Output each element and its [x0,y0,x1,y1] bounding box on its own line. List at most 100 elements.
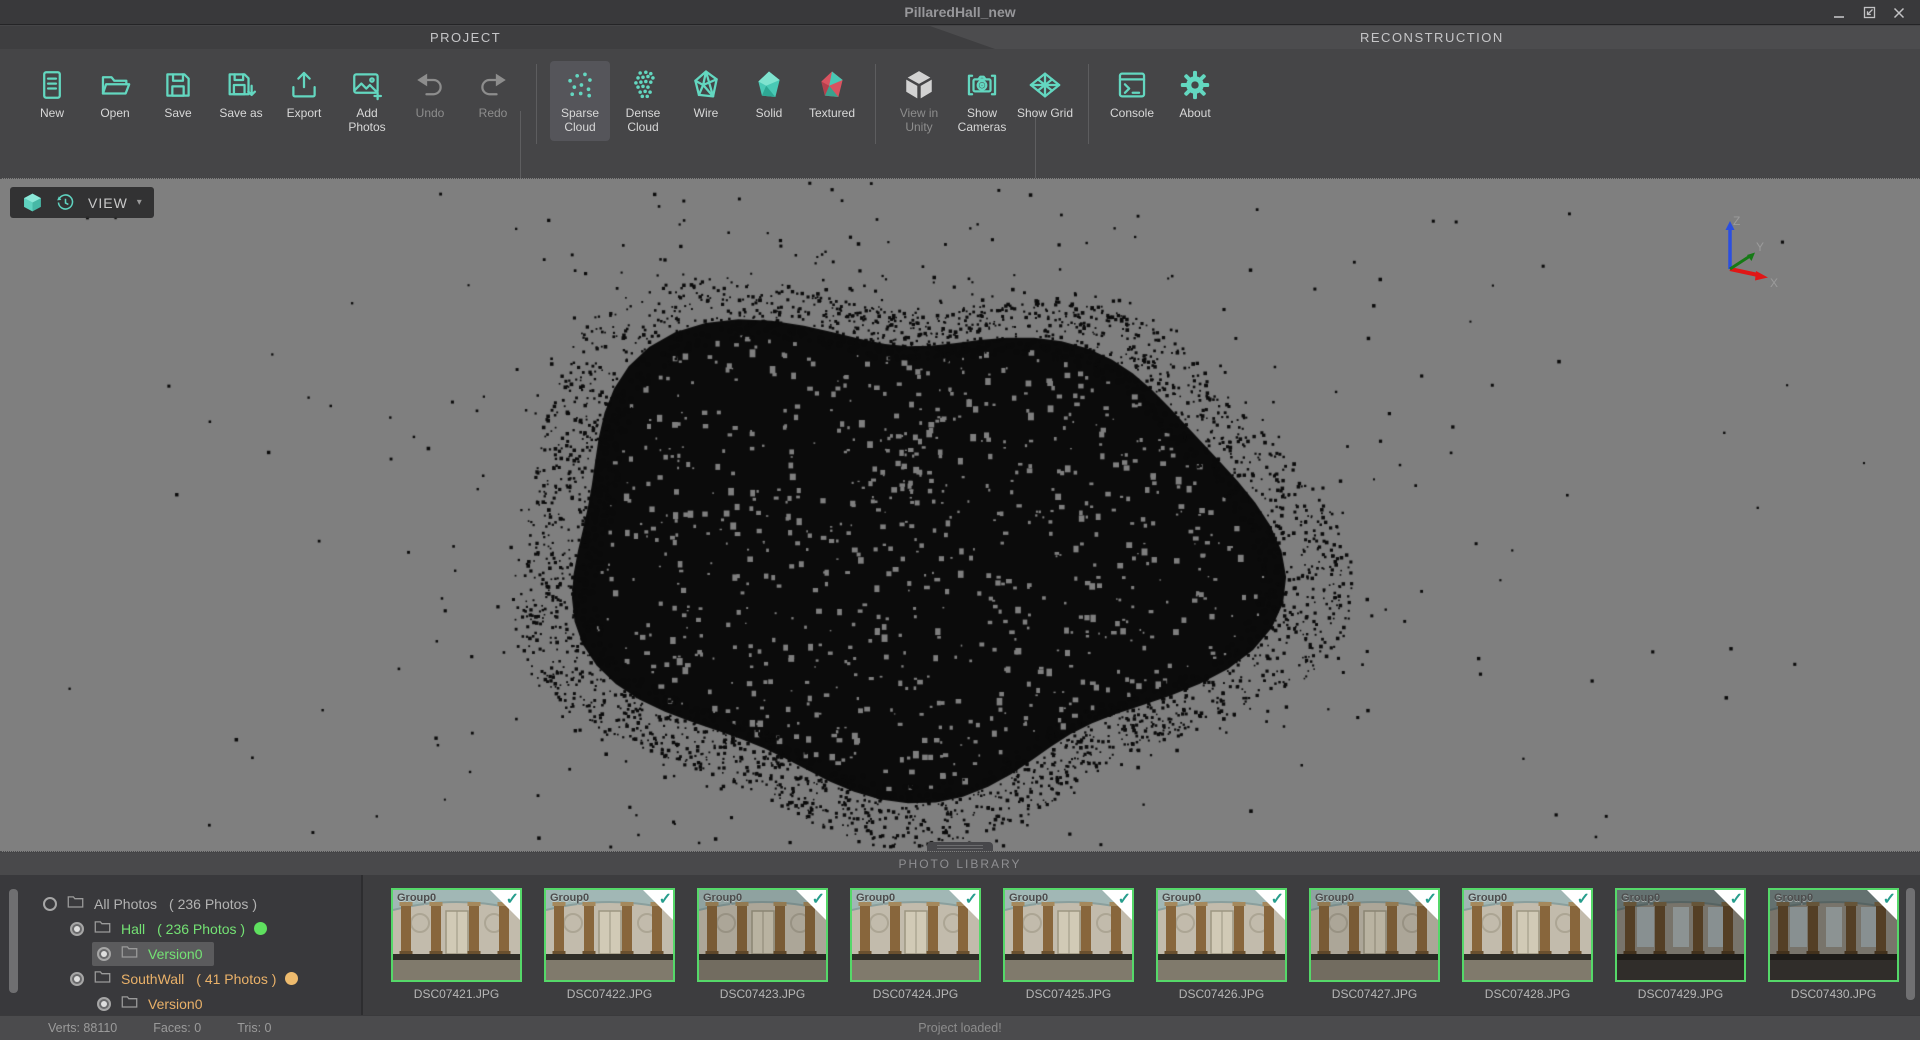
toolbar-button-label: Show Cameras [953,107,1011,135]
thumbnail-image[interactable]: Group0✓ [1156,888,1287,982]
toolbar-button-show-grid[interactable]: Show Grid [1015,61,1075,127]
view-menu-button[interactable]: VIEW ▾ [10,187,154,218]
toolbar-button-save-as[interactable]: Save as [211,61,271,127]
tree-rows: All Photos( 236 Photos )Hall( 236 Photos… [0,891,361,1015]
photo-filename: DSC07429.JPG [1638,987,1723,1001]
tree-item-southwall[interactable]: SouthWall ( 41 Photos ) [0,966,361,991]
close-button[interactable] [1884,0,1914,25]
show-grid-icon [1028,68,1062,102]
thumbnail-image[interactable]: Group0✓ [391,888,522,982]
toolbar-button-label: Open [100,107,129,121]
thumbnail-image[interactable]: Group0✓ [1309,888,1440,982]
toolbar-button-add-photos[interactable]: Add Photos [337,61,397,141]
folder-icon [94,919,111,939]
toolbar-separator [536,64,537,144]
save-floppy-icon [161,68,195,102]
tree-item-hall[interactable]: Hall( 236 Photos ) [0,916,361,941]
folder-icon [94,969,111,989]
toolbar-button-sparse-cloud[interactable]: Sparse Cloud [550,61,610,141]
photo-thumbnail-strip: Group0✓DSC07421.JPGGroup0✓DSC07422.JPGGr… [363,875,1920,1015]
window-controls [1824,0,1914,25]
toolbar-button-label: Redo [479,107,508,121]
toolbar-button-label: Add Photos [338,107,396,135]
photo-thumbnail-dsc07429.jpg[interactable]: Group0✓ DSC07429.JPG [1604,888,1757,1015]
toolbar-button-label: Solid [756,107,783,121]
toolbar-button-dense-cloud[interactable]: Dense Cloud [613,61,673,141]
photo-thumbnail-dsc07426.jpg[interactable]: Group0✓DSC07426.JPG [1145,888,1298,1015]
tree-item-version0[interactable]: Version0 [0,991,361,1015]
thumbnail-image[interactable]: Group0✓ [697,888,828,982]
tree-item-count: ( 41 Photos ) [196,971,276,987]
radio-button[interactable] [97,997,111,1011]
photo-thumbnail-dsc07425.jpg[interactable]: Group0✓ DSC07425.JPG [992,888,1145,1015]
thumbnail-image[interactable]: Group0✓ [1615,888,1746,982]
folder-icon [121,944,138,964]
photo-filename: DSC07430.JPG [1791,987,1876,1001]
photo-thumbnail-dsc07430.jpg[interactable]: Group0 ✓ DSC07430.JPG [1757,888,1910,1015]
toolbar-button-show-cameras[interactable]: Show Cameras [952,61,1012,141]
thumbnail-image[interactable]: Group0✓ [1462,888,1593,982]
console-window-icon [1115,68,1149,102]
toolbar-button-wire[interactable]: Wire [676,61,736,127]
toolbar-button-textured[interactable]: Textured [802,61,862,127]
minimize-button[interactable] [1824,0,1854,25]
unity-logo-icon [902,68,936,102]
checkmark-icon: ✓ [1730,889,1743,909]
photo-filename: DSC07427.JPG [1332,987,1417,1001]
radio-button[interactable] [70,972,84,986]
tree-item-all-photos[interactable]: All Photos( 236 Photos ) [0,891,361,916]
photo-thumbnail-dsc07422.jpg[interactable]: Group0✓DSC07422.JPG [533,888,686,1015]
export-tray-icon [287,68,321,102]
checkmark-icon: ✓ [965,889,978,909]
close-icon [1892,6,1906,20]
toolbar-button-console[interactable]: Console [1102,61,1162,127]
axis-z-label: Z [1733,214,1740,228]
photo-group-label: Group0 [1774,892,1813,904]
viewport-3d[interactable]: VIEW ▾ Z Y X [0,178,1920,852]
tree-item-version0[interactable]: Version0 [0,941,361,966]
photo-group-label: Group0 [550,892,589,904]
photo-thumbnail-dsc07423.jpg[interactable]: Group0✓DSC07423.JPG [686,888,839,1015]
status-bar: Verts: 88110 Faces: 0 Tris: 0 Project lo… [0,1015,1920,1040]
thumbnail-image[interactable]: Group0✓ [850,888,981,982]
radio-button[interactable] [70,922,84,936]
toolbar-button-open[interactable]: Open [85,61,145,127]
radio-button[interactable] [43,897,57,911]
thumbnail-image[interactable]: Group0✓ [1003,888,1134,982]
photo-filename: DSC07425.JPG [1026,987,1111,1001]
photo-strip-scrollbar[interactable] [1906,888,1915,1000]
panel-splitter-handle[interactable] [927,842,993,851]
photo-thumbnail-dsc07421.jpg[interactable]: Group0✓DSC07421.JPG [380,888,533,1015]
checkmark-icon: ✓ [1271,889,1284,909]
toolbar-button-save[interactable]: Save [148,61,208,127]
tab-project-label[interactable]: PROJECT [430,26,501,49]
photo-group-label: Group0 [1468,892,1507,904]
thumbnail-image[interactable]: Group0 ✓ [1768,888,1899,982]
photo-thumbnail-dsc07424.jpg[interactable]: Group0✓DSC07424.JPG [839,888,992,1015]
tree-item-label: SouthWall [121,971,184,987]
redo-arrow-icon [476,68,510,102]
radio-button[interactable] [97,947,111,961]
photo-library-header: PHOTO LIBRARY [0,853,1920,875]
toolbar-button-solid[interactable]: Solid [739,61,799,127]
toolbar-separator [1088,64,1089,144]
photo-group-label: Group0 [397,892,436,904]
point-cloud-canvas[interactable] [0,179,1920,851]
checkmark-icon: ✓ [1883,889,1896,909]
toolbar-button-new[interactable]: New [22,61,82,127]
chevron-down-icon: ▾ [137,197,142,208]
toolbar-button-about[interactable]: About [1165,61,1225,127]
restore-button[interactable] [1854,0,1884,25]
tree-item-inner: Hall( 236 Photos ) [65,917,279,941]
toolbar-button-export[interactable]: Export [274,61,334,127]
tab-reconstruction[interactable]: RECONSTRUCTION [1360,26,1504,49]
toolbar-button-view-in-unity: View in Unity [889,61,949,141]
photo-group-label: Group0 [1009,892,1048,904]
photo-thumbnail-dsc07428.jpg[interactable]: Group0✓DSC07428.JPG [1451,888,1604,1015]
photo-thumbnail-dsc07427.jpg[interactable]: Group0✓ DSC07427.JPG [1298,888,1451,1015]
toolbar-button-undo: Undo [400,61,460,127]
status-dot-green [254,922,267,935]
thumbnail-image[interactable]: Group0✓ [544,888,675,982]
toolbar-buttons: New Open SaveSave asExportAdd PhotosUndo Re… [22,61,1228,144]
axis-gizmo: Z Y X [1706,211,1782,297]
